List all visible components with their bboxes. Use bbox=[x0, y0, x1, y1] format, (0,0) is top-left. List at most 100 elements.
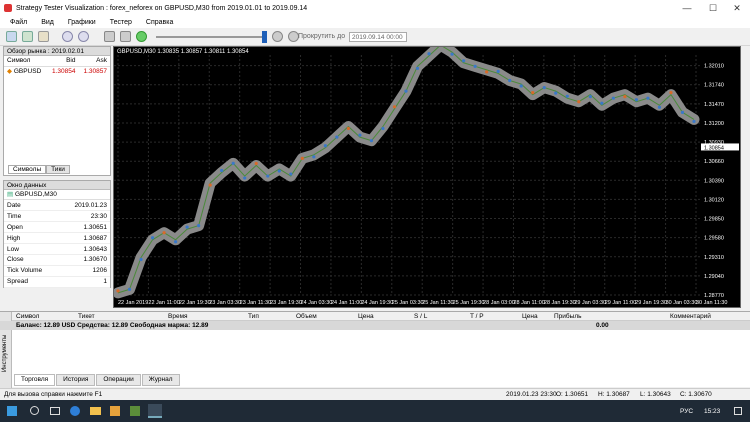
price-tick-label: 1.29040 bbox=[704, 274, 724, 280]
menu-charts[interactable]: Графики bbox=[68, 19, 96, 26]
chart-header: GBPUSD,M30 1.30835 1.30857 1.30811 1.308… bbox=[117, 49, 249, 55]
row-value: 2019.01.23 bbox=[58, 200, 110, 212]
new-window-icon[interactable] bbox=[6, 31, 17, 42]
zoom-out-icon[interactable] bbox=[78, 31, 89, 42]
order-marker bbox=[600, 101, 604, 105]
col-ticket[interactable]: Тикет bbox=[78, 312, 168, 320]
table-row: Date 2019.01.23 bbox=[4, 200, 110, 212]
play-icon[interactable] bbox=[136, 31, 147, 42]
indicator-icon[interactable] bbox=[38, 31, 49, 42]
tester-app-icon[interactable] bbox=[148, 404, 162, 418]
orders-header: Символ Тикет Время Тип Объем Цена S / L … bbox=[0, 312, 750, 321]
currency-icon: ◆ bbox=[7, 68, 12, 76]
explorer-icon[interactable] bbox=[90, 407, 101, 415]
pause-icon[interactable] bbox=[104, 31, 115, 42]
time-tick-label: 29 Jan 03:30 bbox=[574, 300, 606, 306]
app-icon bbox=[4, 4, 12, 12]
tray-lang[interactable]: РУС bbox=[680, 408, 693, 415]
tray-time[interactable]: 15:23 bbox=[704, 408, 720, 415]
task-view-icon[interactable] bbox=[50, 407, 60, 415]
step-back-icon[interactable] bbox=[272, 31, 283, 42]
order-marker bbox=[531, 91, 535, 95]
chart-icon[interactable] bbox=[22, 31, 33, 42]
order-marker bbox=[692, 119, 696, 124]
menu-help[interactable]: Справка bbox=[146, 19, 173, 26]
time-tick-label: 24 Jan 03:30 bbox=[301, 300, 333, 306]
row-key: Spread bbox=[4, 276, 59, 288]
order-marker bbox=[404, 89, 408, 93]
order-marker bbox=[485, 70, 489, 74]
status-low: L: 1.30643 bbox=[640, 391, 671, 398]
price-chart[interactable]: 1.32010 1.31740 1.31470 1.31200 1.30930 1.308… bbox=[113, 46, 741, 308]
order-marker bbox=[473, 64, 477, 68]
status-datetime: 2019.01.23 23:30 bbox=[506, 391, 557, 398]
tab-ticks[interactable]: Тики bbox=[46, 165, 70, 174]
symbol-name: GBPUSD bbox=[13, 68, 42, 76]
col-comment[interactable]: Комментарий bbox=[670, 312, 730, 320]
col-price[interactable]: Цена bbox=[358, 312, 414, 320]
trade-zone-band bbox=[114, 47, 700, 299]
time-tick-label: 23 Jan 03:30 bbox=[209, 300, 241, 306]
windows-start-icon[interactable] bbox=[7, 406, 17, 416]
order-marker bbox=[450, 52, 454, 56]
edge-icon[interactable] bbox=[70, 406, 80, 416]
col-volume[interactable]: Объем bbox=[296, 312, 358, 320]
col-time[interactable]: Время bbox=[168, 312, 248, 320]
store-icon[interactable] bbox=[110, 406, 120, 416]
zoom-in-icon[interactable] bbox=[62, 31, 73, 42]
col-tp[interactable]: T / P bbox=[470, 312, 522, 320]
tab-operations[interactable]: Операции bbox=[96, 374, 141, 386]
col-type[interactable]: Тип bbox=[248, 312, 296, 320]
tab-symbols[interactable]: Символы bbox=[8, 165, 47, 174]
row-value: 1 bbox=[58, 276, 110, 288]
notification-icon[interactable] bbox=[734, 407, 742, 415]
col-symbol[interactable]: Символ bbox=[4, 56, 47, 66]
menu-file[interactable]: Файл bbox=[10, 19, 27, 26]
minimize-button[interactable]: — bbox=[674, 0, 700, 16]
speed-slider-thumb[interactable] bbox=[262, 31, 267, 43]
speed-slider-track[interactable] bbox=[156, 36, 266, 38]
toolbar: Прокрутить до 2019.09.14 00:00 bbox=[0, 28, 750, 46]
tab-history[interactable]: История bbox=[56, 374, 96, 386]
terminal-app-icon[interactable] bbox=[130, 406, 140, 416]
profit-value: 0.00 bbox=[596, 322, 609, 329]
order-marker bbox=[185, 225, 189, 229]
tab-journal[interactable]: Журнал bbox=[141, 374, 180, 386]
order-marker bbox=[231, 161, 235, 165]
time-tick-label: 28 Jan 03:00 bbox=[483, 300, 515, 306]
bid-cell: 1.30854 bbox=[51, 67, 76, 75]
menu-view[interactable]: Вид bbox=[41, 19, 54, 26]
col-symbol[interactable]: Символ bbox=[16, 312, 78, 320]
order-marker bbox=[277, 169, 281, 173]
order-marker bbox=[415, 66, 420, 70]
market-watch-tabs: Символы Тики bbox=[8, 165, 70, 174]
price-tick-label: 1.30390 bbox=[704, 178, 724, 184]
table-row[interactable]: ◆ GBPUSD 1.30854 1.30857 bbox=[4, 66, 110, 76]
col-price-current[interactable]: Цена bbox=[522, 312, 554, 320]
time-tick-label: 30 Jan 11:30 bbox=[696, 300, 727, 306]
maximize-button[interactable]: ☐ bbox=[700, 0, 726, 16]
order-marker bbox=[208, 183, 212, 187]
close-button[interactable]: ✕ bbox=[724, 0, 750, 16]
scroll-to-label[interactable]: Прокрутить до bbox=[298, 33, 345, 40]
table-row: Time 23:30 bbox=[4, 210, 110, 223]
order-marker bbox=[623, 95, 627, 99]
col-ask[interactable]: Ask bbox=[78, 56, 110, 66]
status-close: C: 1.30670 bbox=[680, 391, 712, 398]
order-marker bbox=[611, 96, 615, 100]
order-marker bbox=[312, 155, 316, 159]
order-marker bbox=[150, 236, 155, 240]
balance-row[interactable]: Баланс: 12.89 USD Средства: 12.89 Свобод… bbox=[0, 321, 750, 330]
market-watch-panel: Обзор рынка : 2019.02.01 Символ Bid Ask … bbox=[3, 46, 111, 176]
col-bid[interactable]: Bid bbox=[47, 56, 79, 66]
price-tick-label: 1.31470 bbox=[704, 102, 724, 108]
terminal-tabs: Торговля История Операции Журнал bbox=[14, 374, 181, 386]
menu-tester[interactable]: Тестер bbox=[110, 19, 132, 26]
col-sl[interactable]: S / L bbox=[414, 312, 470, 320]
stop-icon[interactable] bbox=[120, 31, 131, 42]
tab-trade[interactable]: Торговля bbox=[14, 374, 56, 386]
col-profit[interactable]: Прибыль bbox=[554, 312, 670, 320]
order-marker bbox=[116, 289, 120, 293]
scroll-date-input[interactable]: 2019.09.14 00:00 bbox=[349, 32, 407, 42]
search-icon[interactable] bbox=[30, 406, 39, 415]
